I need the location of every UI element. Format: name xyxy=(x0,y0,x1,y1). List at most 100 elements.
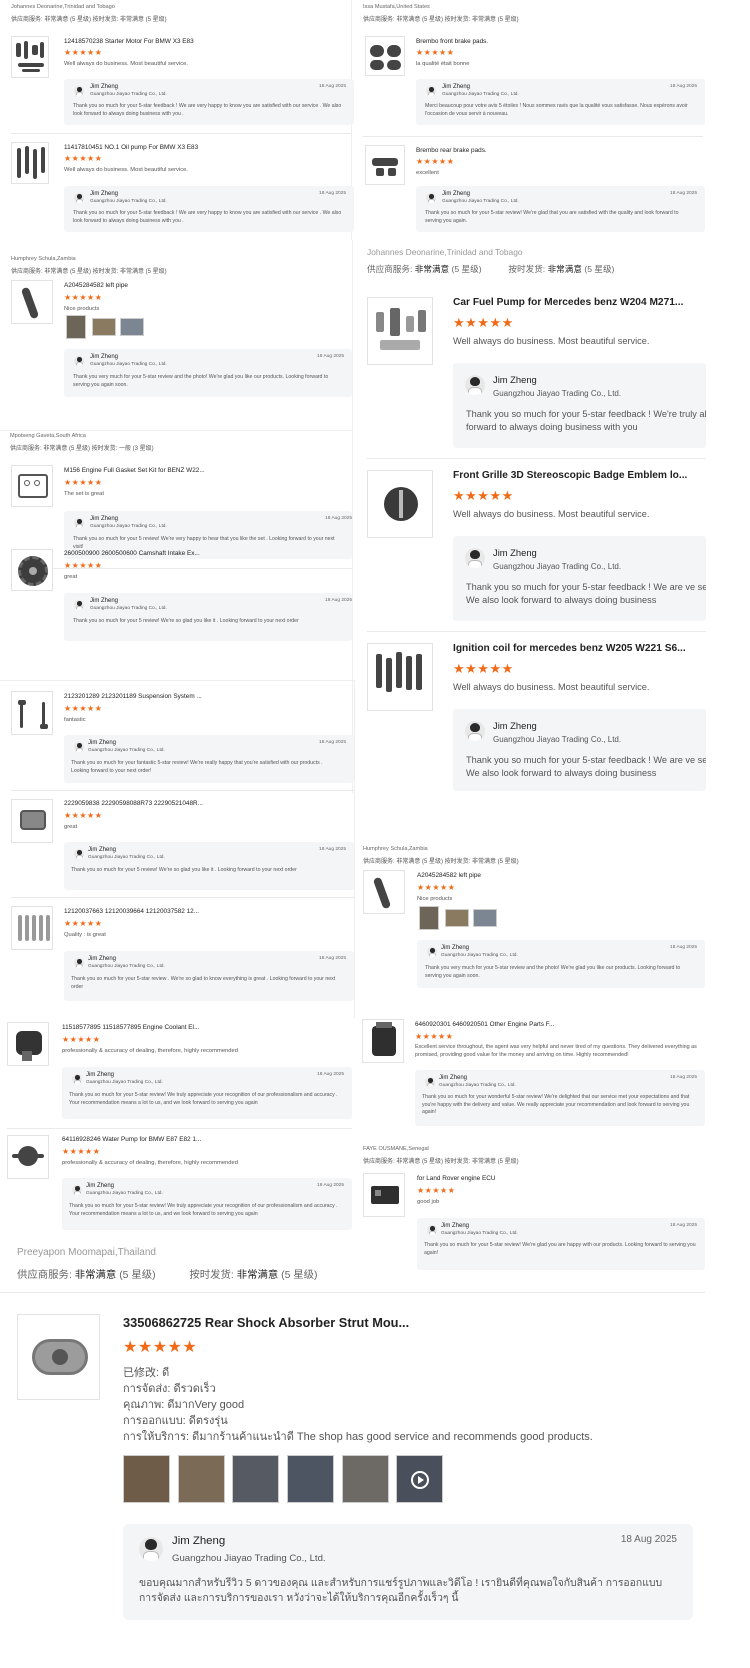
reply-date: 18 Aug 2025 xyxy=(319,740,346,745)
rating-stars: ★★★★★ xyxy=(417,1186,456,1195)
divider xyxy=(11,133,351,134)
product-title[interactable]: 2600500900 2600500600 Camshaft Intake Ex… xyxy=(64,550,200,557)
product-title[interactable]: A2045284582 left pipe xyxy=(417,872,481,879)
product-thumbnail[interactable] xyxy=(363,1173,405,1217)
reply-date: 18 Aug 2025 xyxy=(670,1223,697,1228)
product-title[interactable]: Ignition coil for mercedes benz W205 W22… xyxy=(453,643,686,654)
product-title[interactable]: for Land Rover engine ECU xyxy=(417,1175,496,1182)
rating-stars: ★★★★★ xyxy=(62,1147,101,1156)
product-title[interactable]: 2229059838 22290598088R73 22290521048R..… xyxy=(64,800,203,807)
product-title[interactable]: M156 Engine Full Gasket Set Kit for BENZ… xyxy=(64,467,205,474)
seller-name: Jim Zheng xyxy=(90,516,119,522)
product-title[interactable]: 64116928246 Water Pump for BMW E87 E82 1… xyxy=(62,1136,201,1143)
ship-label: 按时发货: xyxy=(189,1270,234,1281)
review-comment: Well always do business. Most beautiful … xyxy=(453,509,650,519)
reply-date: 18 Aug 2025 xyxy=(670,84,697,89)
reply-date: 18 Aug 2025 xyxy=(670,191,697,196)
product-thumbnail[interactable] xyxy=(11,465,53,507)
product-title[interactable]: Front Grille 3D Stereoscopic Badge Emble… xyxy=(453,470,687,481)
product-thumbnail[interactable] xyxy=(11,691,53,735)
seller-avatar xyxy=(74,86,84,96)
review-comment: professionally & accuracy of dealing, th… xyxy=(62,1160,238,1166)
review-photo[interactable] xyxy=(178,1455,225,1503)
product-thumbnail[interactable] xyxy=(7,1022,49,1066)
review-photo[interactable] xyxy=(123,1455,170,1503)
review-photo[interactable] xyxy=(232,1455,279,1503)
product-thumbnail[interactable] xyxy=(7,1135,49,1179)
review-photo[interactable] xyxy=(342,1455,389,1503)
review-comment: Excellent service throughout, the agent … xyxy=(415,1044,697,1058)
reviewer-name: Johannes Deonarine,Trinidad and Tobago xyxy=(367,247,523,257)
service-label: 供应商服务: xyxy=(367,264,413,274)
product-title[interactable]: Brembo front brake pads. xyxy=(416,38,488,45)
seller-avatar xyxy=(74,600,84,610)
product-title[interactable]: 11518577895 11518577895 Engine Coolant E… xyxy=(62,1024,199,1031)
product-title[interactable]: A2045284582 left pipe xyxy=(64,282,128,289)
seller-reply: Jim Zheng Guangzhou Jiayao Trading Co., … xyxy=(453,363,706,448)
product-thumbnail[interactable] xyxy=(11,799,53,843)
rating-stars: ★★★★★ xyxy=(64,154,103,163)
product-thumbnail[interactable] xyxy=(11,36,49,78)
product-title[interactable]: 33506862725 Rear Shock Absorber Strut Mo… xyxy=(123,1315,409,1330)
review-photo[interactable] xyxy=(445,909,469,927)
product-title[interactable]: 12418570238 Starter Motor For BMW X3 E83 xyxy=(64,38,194,45)
review-comment: Nice products xyxy=(64,306,100,312)
seller-reply: Jim Zheng Guangzhou Jiayao Trading Co., … xyxy=(64,735,354,783)
product-thumbnail[interactable] xyxy=(362,1019,404,1063)
reply-text: Thank you so much for your 5-star feedba… xyxy=(73,210,342,224)
seller-avatar xyxy=(74,958,84,968)
product-thumbnail[interactable] xyxy=(11,906,53,950)
seller-company: Guangzhou Jiayao Trading Co., Ltd. xyxy=(493,562,622,571)
seller-reply: Jim Zheng Guangzhou Jiayao Trading Co., … xyxy=(62,1067,352,1119)
reply-text: Thank you so much for your fantastic 5-s… xyxy=(71,760,323,774)
product-thumbnail[interactable] xyxy=(11,280,53,324)
seller-name: Jim Zheng xyxy=(90,191,119,197)
service-stars: (5 星级) xyxy=(451,264,482,274)
product-title[interactable]: 11417810451 NO.1 Oil pump For BMW X3 E83 xyxy=(64,144,198,151)
reply-date: 18 Aug 2025 xyxy=(620,1534,677,1545)
review-photo[interactable] xyxy=(287,1455,334,1503)
product-title[interactable]: 2123201289 2123201189 Suspension System … xyxy=(64,693,202,700)
service-stars: (5 星级) xyxy=(119,1270,156,1281)
ship-value: 非常满意 xyxy=(236,1270,279,1281)
seller-reply: Jim Zheng Guangzhou Jiayao Trading Co., … xyxy=(453,709,706,791)
review-photo[interactable] xyxy=(419,906,439,930)
review-comment: la qualité était bonne xyxy=(416,61,470,67)
review-photo[interactable] xyxy=(120,318,144,336)
seller-company: Guangzhou Jiayao Trading Co., Ltd. xyxy=(88,964,165,969)
review-comment: The set is great xyxy=(64,491,104,497)
panel-1: Johannes Deonarine,Trinidad and Tobago 供… xyxy=(0,0,705,240)
review-photo[interactable] xyxy=(66,315,86,339)
product-thumbnail[interactable] xyxy=(365,145,405,185)
rating-meta: 供应商服务: 非常满意 (5 星级) 按时发货: 一般 (3 星级) xyxy=(10,446,154,452)
seller-avatar xyxy=(139,1537,163,1561)
seller-name: Jim Zheng xyxy=(442,191,471,197)
reply-date: 18 Aug 2025 xyxy=(319,956,346,961)
product-title[interactable]: Brembo rear brake pads. xyxy=(416,147,487,154)
seller-name: Jim Zheng xyxy=(493,547,537,558)
ship-stars: (5 星级) xyxy=(584,264,615,274)
reply-date: 18 Aug 2025 xyxy=(317,1072,344,1077)
product-thumbnail[interactable] xyxy=(367,297,433,365)
seller-name: Jim Zheng xyxy=(493,374,537,385)
seller-company: Guangzhou Jiayao Trading Co., Ltd. xyxy=(172,1553,326,1564)
product-thumbnail[interactable] xyxy=(367,470,433,538)
product-title[interactable]: Car Fuel Pump for Mercedes benz W204 M27… xyxy=(453,297,683,308)
product-thumbnail[interactable] xyxy=(367,643,433,711)
product-thumbnail[interactable] xyxy=(363,870,405,914)
product-thumbnail[interactable] xyxy=(365,36,405,76)
rating-meta: 供应商服务: 非常满意 (5 星级) 按时发货: 非常满意 (5 星级) xyxy=(363,17,519,23)
review-photo[interactable] xyxy=(473,909,497,927)
divider xyxy=(363,136,703,137)
product-thumbnail[interactable] xyxy=(17,1314,100,1400)
product-thumbnail[interactable] xyxy=(11,549,53,591)
rating-stars: ★★★★★ xyxy=(64,293,103,302)
reply-text: Thank you so much for your 5-star feedba… xyxy=(466,409,706,433)
review-video[interactable] xyxy=(396,1455,443,1503)
panel-10: Preeyapon Moomapai,Thailand 供应商服务: 非常满意 … xyxy=(0,1240,705,1668)
product-title[interactable]: 12120037663 12120039664 12120037582 12..… xyxy=(64,908,199,915)
review-photo[interactable] xyxy=(92,318,116,336)
product-thumbnail[interactable] xyxy=(11,142,49,184)
seller-name: Jim Zheng xyxy=(441,1223,470,1229)
product-title[interactable]: 6460920301 6460920501 Other Engine Parts… xyxy=(415,1021,554,1028)
